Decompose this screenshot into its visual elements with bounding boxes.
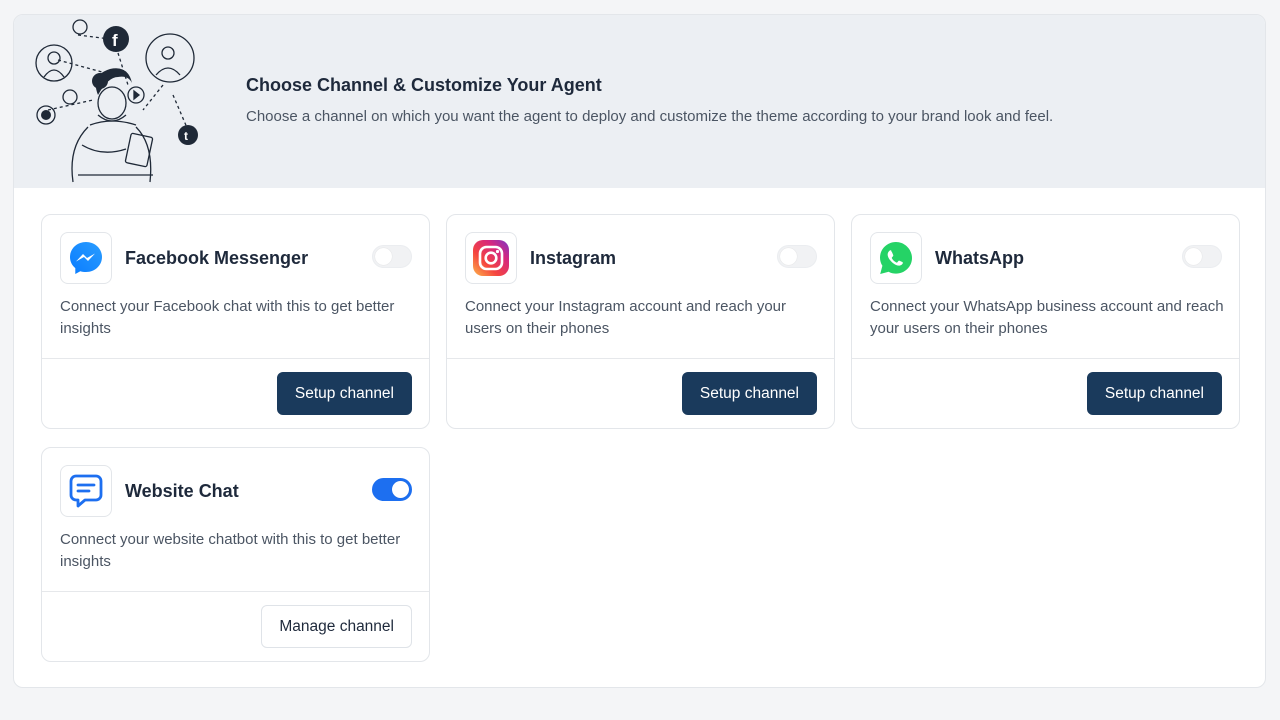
channel-toggle[interactable] — [777, 245, 817, 268]
channel-card-whatsapp: WhatsApp Connect your WhatsApp business … — [851, 214, 1240, 429]
channel-toggle[interactable] — [372, 478, 412, 501]
channel-toggle[interactable] — [1182, 245, 1222, 268]
card-header: WhatsApp — [870, 232, 1024, 284]
channel-description: Connect your WhatsApp business account a… — [870, 298, 1224, 337]
chat-bubble-icon — [69, 474, 103, 508]
channel-description: Connect your website chatbot with this t… — [60, 531, 401, 570]
whatsapp-icon — [880, 242, 912, 274]
page-subtitle: Choose a channel on which you want the a… — [246, 108, 1054, 125]
card-header: Website Chat — [60, 465, 239, 517]
channel-name: Facebook Messenger — [125, 247, 309, 268]
card-divider — [42, 591, 429, 592]
messenger-icon — [70, 242, 102, 274]
instagram-icon — [473, 240, 509, 276]
channel-card-facebook-messenger: Facebook Messenger Connect your Facebook… — [41, 214, 430, 429]
channel-card-instagram: Instagram Connect your Instagram account… — [446, 214, 835, 429]
setup-channel-button[interactable]: Setup channel — [681, 372, 817, 415]
card-header: Facebook Messenger — [60, 232, 308, 284]
channel-description: Connect your Facebook chat with this to … — [60, 298, 395, 337]
channel-logo — [60, 232, 112, 284]
manage-channel-button[interactable]: Manage channel — [261, 605, 412, 648]
card-divider — [852, 358, 1239, 359]
header-banner: f t Choose Channel & Customize Your Agen… — [14, 15, 1265, 188]
channel-name: Website Chat — [125, 480, 239, 501]
setup-channel-button[interactable]: Setup channel — [276, 372, 412, 415]
channel-toggle[interactable] — [372, 245, 412, 268]
channel-logo — [870, 232, 922, 284]
channel-name: Instagram — [530, 247, 617, 268]
channel-panel: f t Choose Channel & Customize Your Agen… — [13, 14, 1266, 688]
channel-description: Connect your Instagram account and reach… — [465, 298, 787, 337]
svg-text:t: t — [184, 129, 188, 143]
setup-channel-button[interactable]: Setup channel — [1086, 372, 1222, 415]
channel-logo — [465, 232, 517, 284]
page-title: Choose Channel & Customize Your Agent — [246, 75, 602, 95]
social-media-illustration: f t — [35, 19, 198, 183]
card-divider — [42, 358, 429, 359]
channel-card-website-chat: Website Chat Connect your website chatbo… — [41, 447, 430, 662]
svg-text:f: f — [112, 31, 118, 50]
card-header: Instagram — [465, 232, 616, 284]
card-divider — [447, 358, 834, 359]
channel-name: WhatsApp — [935, 247, 1024, 268]
channel-logo — [60, 465, 112, 517]
header-text: Choose Channel & Customize Your Agent Ch… — [246, 75, 1053, 125]
